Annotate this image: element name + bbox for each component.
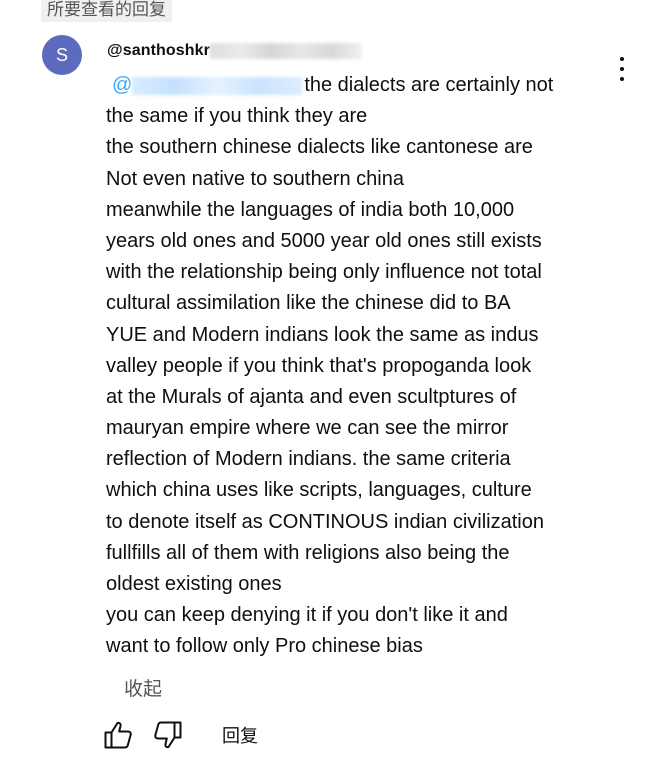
- comment-line: meanwhile the languages of india both 10…: [106, 198, 515, 221]
- comment-line: valley people if you think that's propog…: [106, 354, 532, 377]
- comment-line: oldest existing ones: [106, 573, 282, 595]
- comment-line: which china uses like scripts, languages…: [106, 479, 532, 502]
- comment-line: the same if you think they are: [106, 105, 368, 128]
- comment-line: cultural assimilation like the chinese d…: [106, 292, 511, 315]
- like-button[interactable]: [100, 717, 136, 753]
- collapse-button[interactable]: 收起: [124, 674, 162, 701]
- more-vert-icon[interactable]: [612, 54, 632, 84]
- comment-line: want to follow only Pro chinese bias: [106, 635, 423, 658]
- comment-line: at the Murals of ajanta and even scultpt…: [106, 385, 517, 408]
- comment-author-row: @santhoshkr: [107, 40, 362, 62]
- comment-line: years old ones and 5000 year old ones st…: [106, 229, 542, 252]
- comment-line: Not even native to southern china: [106, 167, 404, 190]
- mention-link[interactable]: @: [112, 74, 304, 96]
- comment-line: fullfills all of them with religions als…: [106, 541, 510, 564]
- comment-line: @ the dialects are certainly not: [112, 74, 554, 96]
- thumb-up-icon: [104, 721, 132, 749]
- comment-line: with the relationship being only influen…: [106, 261, 542, 284]
- replies-header-tag: 所要查看的回复: [41, 0, 172, 22]
- avatar[interactable]: S: [42, 35, 82, 75]
- comment-line: the southern chinese dialects like canto…: [106, 136, 533, 159]
- reply-button[interactable]: 回复: [222, 722, 258, 748]
- comment-line: to denote itself as CONTINOUS indian civ…: [106, 510, 544, 533]
- redacted-username-suffix: [209, 43, 362, 59]
- comment-line: you can keep denying it if you don't lik…: [106, 604, 508, 627]
- thumb-down-icon: [154, 721, 182, 749]
- comment-line: YUE and Modern indians look the same as …: [106, 323, 539, 346]
- comment-line: reflection of Modern indians. the same c…: [106, 448, 511, 471]
- redacted-mention: [132, 76, 303, 95]
- comment-line: mauryan empire where we can see the mirr…: [106, 417, 509, 440]
- comment-actions: 回复: [100, 715, 258, 755]
- comment-author-name[interactable]: @santhoshkr: [107, 42, 210, 60]
- comment-body: @ the dialects are certainly not the same…: [106, 70, 598, 663]
- dislike-button[interactable]: [150, 717, 186, 753]
